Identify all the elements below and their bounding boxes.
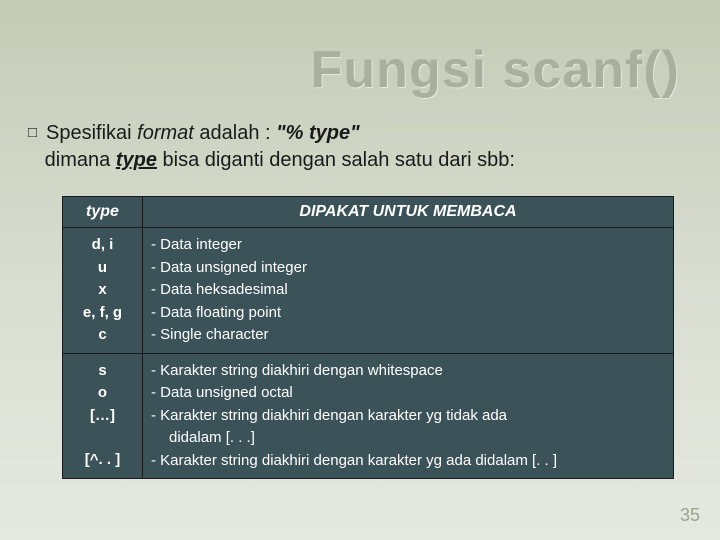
body-text: □ Spesifikai format adalah : "% type" di… xyxy=(28,120,692,174)
text-format-word: format xyxy=(137,122,194,144)
format-table: type DIPAKAT UNTUK MEMBACA d, i u x e, f… xyxy=(62,196,674,479)
slide-title: Fungsi scanf() xyxy=(311,40,680,100)
desc-brackets-b: didalam [. . .] xyxy=(151,427,665,450)
desc-s: - Karakter string diakhiri dengan whites… xyxy=(151,360,665,383)
text-type1: type xyxy=(309,122,350,144)
text-quote-open: "% xyxy=(276,122,309,144)
text-type2: type xyxy=(116,149,157,171)
desc-o: - Data unsigned octal xyxy=(151,382,665,405)
bullet-icon: □ xyxy=(28,125,46,142)
text-dimana: dimana xyxy=(45,149,116,171)
type-caret: [^. . ] xyxy=(71,449,134,472)
cell-desc-1: - Data integer - Data unsigned integer -… xyxy=(143,228,674,354)
text-spesifikai: Spesifikai xyxy=(46,122,137,144)
text-quote-close: " xyxy=(350,122,359,144)
text-adalah: adalah : xyxy=(194,122,276,144)
page-number: 35 xyxy=(680,505,700,526)
desc-brackets-a: - Karakter string diakhiri dengan karakt… xyxy=(151,405,665,428)
text-bisa: bisa diganti dengan salah satu dari sbb: xyxy=(157,149,515,171)
cell-desc-2: - Karakter string diakhiri dengan whites… xyxy=(143,353,674,479)
table-header-row: type DIPAKAT UNTUK MEMBACA xyxy=(63,197,674,228)
table-row: s o […] [^. . ] - Karakter string diakhi… xyxy=(63,353,674,479)
table-row: d, i u x e, f, g c - Data integer - Data… xyxy=(63,228,674,354)
type-o: o xyxy=(71,382,134,405)
type-brackets: […] xyxy=(71,405,134,428)
desc-caret: - Karakter string diakhiri dengan karakt… xyxy=(151,450,665,473)
header-desc: DIPAKAT UNTUK MEMBACA xyxy=(143,197,674,228)
header-type: type xyxy=(63,197,143,228)
cell-types-2: s o […] [^. . ] xyxy=(63,353,143,479)
cell-types-1: d, i u x e, f, g c xyxy=(63,228,143,354)
type-s: s xyxy=(71,360,134,383)
